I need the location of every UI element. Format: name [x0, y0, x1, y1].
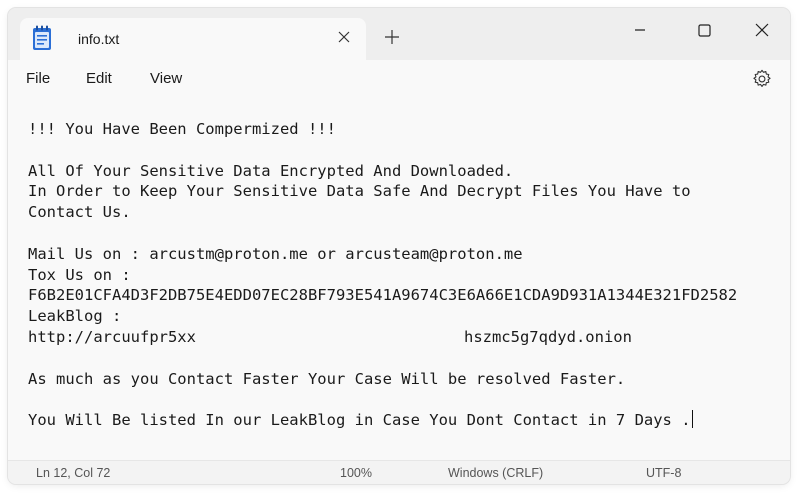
line-contact-faster: As much as you Contact Faster Your Case … [28, 369, 626, 388]
tab-title: info.txt [78, 31, 120, 47]
menu-bar: File Edit View [8, 60, 790, 98]
menu-view[interactable]: View [150, 70, 182, 87]
notepad-window: info.txt File Edit View !!! You Have Bee… [8, 8, 790, 484]
line-contact-us: Contact Us. [28, 203, 131, 222]
menu-file[interactable]: File [26, 70, 50, 87]
tab-info-txt[interactable]: info.txt [20, 18, 366, 60]
close-icon[interactable] [334, 27, 354, 47]
document-text: !!! You Have Been Compermized !!! All Of… [28, 119, 737, 431]
close-icon[interactable] [742, 17, 782, 43]
zoom-level[interactable]: 100% [340, 466, 372, 480]
plus-icon[interactable] [384, 29, 400, 45]
line-ending[interactable]: Windows (CRLF) [448, 466, 543, 480]
status-bar: Ln 12, Col 72 100% Windows (CRLF) UTF-8 [8, 460, 790, 484]
minimize-icon[interactable] [620, 17, 660, 43]
encoding[interactable]: UTF-8 [646, 466, 681, 480]
line-in-order: In Order to Keep Your Sensitive Data Saf… [28, 182, 691, 201]
leakblog-url-start: http://arcuufpr5xx [28, 327, 196, 346]
line-leakblog: LeakBlog : [28, 307, 122, 326]
text-editor[interactable]: !!! You Have Been Compermized !!! All Of… [8, 98, 790, 460]
maximize-icon[interactable] [684, 17, 724, 43]
line-tox-id: F6B2E01CFA4D3F2DB75E4EDD07EC28BF793E541A… [28, 286, 738, 305]
line-mail: Mail Us on : arcustm@proton.me or arcust… [28, 244, 523, 263]
line-listed: You Will Be listed In our LeakBlog in Ca… [28, 411, 691, 430]
line-encrypted: All Of Your Sensitive Data Encrypted And… [28, 161, 514, 180]
leakblog-url-end: hszmc5g7qdyd.onion [463, 327, 632, 346]
gear-icon[interactable] [751, 68, 773, 90]
line-tox: Tox Us on : [28, 265, 131, 284]
line-title: !!! You Have Been Compermized !!! [28, 120, 336, 138]
menu-edit[interactable]: Edit [86, 70, 112, 87]
notepad-file-icon [33, 25, 51, 50]
text-cursor [691, 410, 693, 429]
redacted-region [195, 326, 464, 345]
cursor-position: Ln 12, Col 72 [36, 466, 111, 480]
title-bar: info.txt [8, 8, 790, 60]
